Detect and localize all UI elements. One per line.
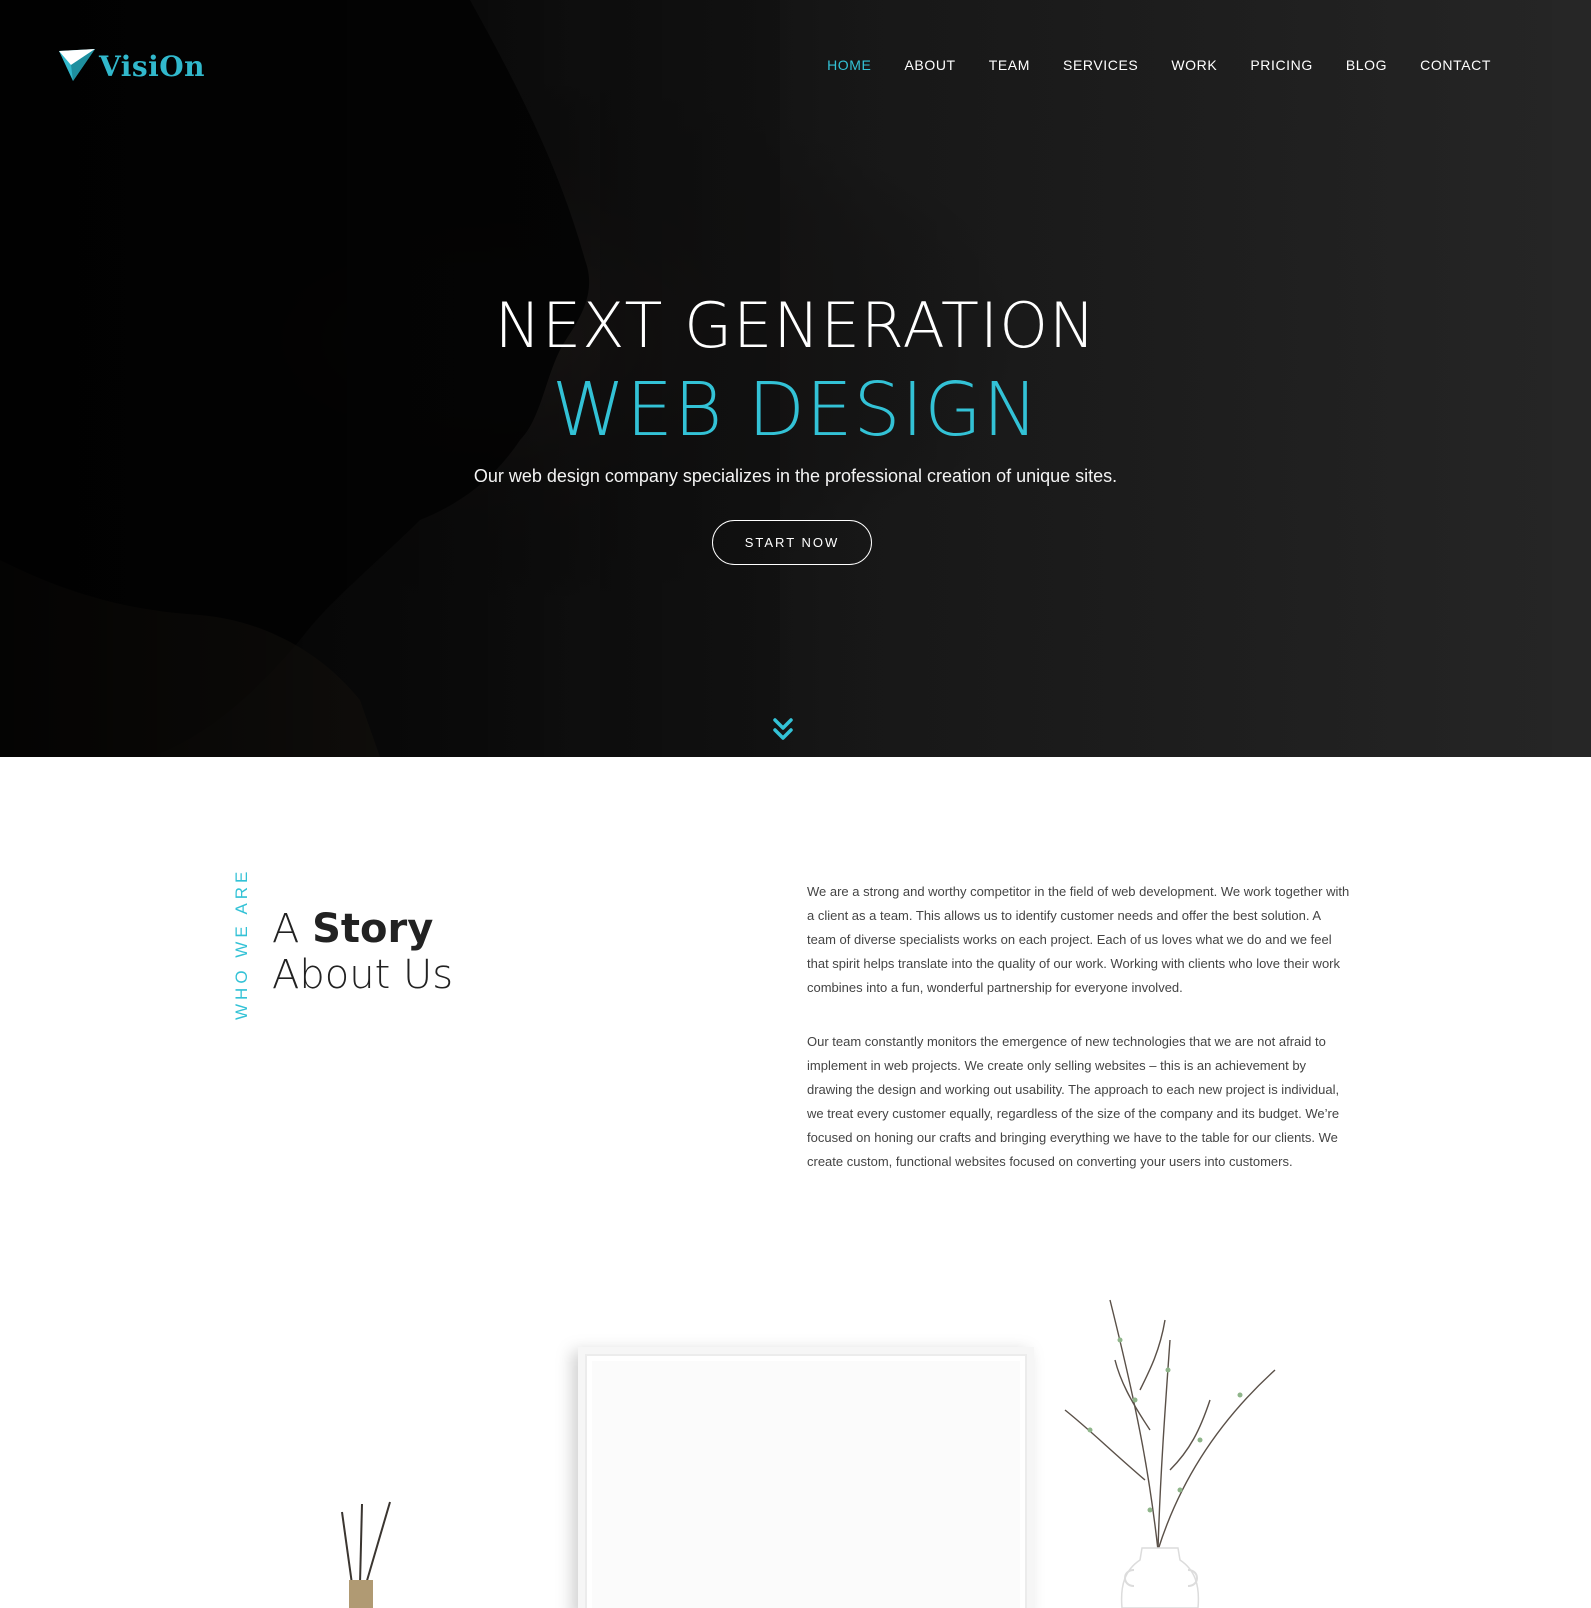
start-now-button[interactable]: START NOW: [712, 520, 872, 565]
main-nav: HOME ABOUT TEAM SERVICES WORK PRICING BL…: [827, 55, 1491, 75]
about-heading: A Story About Us: [272, 906, 453, 998]
branch-buds: [1087, 1337, 1243, 1513]
white-vase: [1120, 1547, 1200, 1608]
nav-item-home[interactable]: HOME: [827, 55, 871, 75]
who-we-are-label: WHO WE ARE: [232, 868, 252, 1020]
hero-title-line2: WEB DESIGN: [551, 367, 1040, 453]
picture-frame: [578, 1347, 1034, 1608]
nav-item-about[interactable]: ABOUT: [904, 55, 955, 75]
nav-item-team[interactable]: TEAM: [989, 55, 1030, 75]
nav-item-pricing[interactable]: PRICING: [1250, 55, 1313, 75]
hero-subtitle: Our web design company specializes in th…: [473, 466, 1118, 486]
vase-with-branches: [1064, 1299, 1276, 1551]
nav-item-contact[interactable]: CONTACT: [1420, 55, 1491, 75]
heading-bold-word: Story: [312, 906, 434, 952]
hero-title-line1: NEXT GENERATION: [494, 289, 1097, 362]
about-paragraph-2: Our team constantly monitors the emergen…: [807, 1034, 1340, 1169]
decor-frame-vase-image: [341, 1299, 1276, 1608]
nav-item-work[interactable]: WORK: [1171, 55, 1217, 75]
heading-line2: About Us: [272, 952, 454, 998]
reed-diffuser: [341, 1501, 391, 1608]
about-text-block: We are a strong and worthy competitor in…: [807, 880, 1352, 1174]
logo[interactable]: VisiOn: [57, 46, 205, 86]
heading-prefix: A: [272, 906, 313, 952]
hero-section: VisiOn HOME ABOUT TEAM SERVICES WORK PRI…: [0, 0, 1591, 757]
nav-item-services[interactable]: SERVICES: [1063, 55, 1138, 75]
nav-item-blog[interactable]: BLOG: [1346, 55, 1387, 75]
logo-text: VisiOn: [99, 49, 206, 83]
side-label-text: WHO WE ARE: [232, 867, 251, 1020]
paper-plane-logo-icon: [59, 49, 95, 81]
double-chevron-down-icon[interactable]: [772, 716, 794, 744]
about-paragraph-1: We are a strong and worthy competitor in…: [807, 884, 1350, 995]
